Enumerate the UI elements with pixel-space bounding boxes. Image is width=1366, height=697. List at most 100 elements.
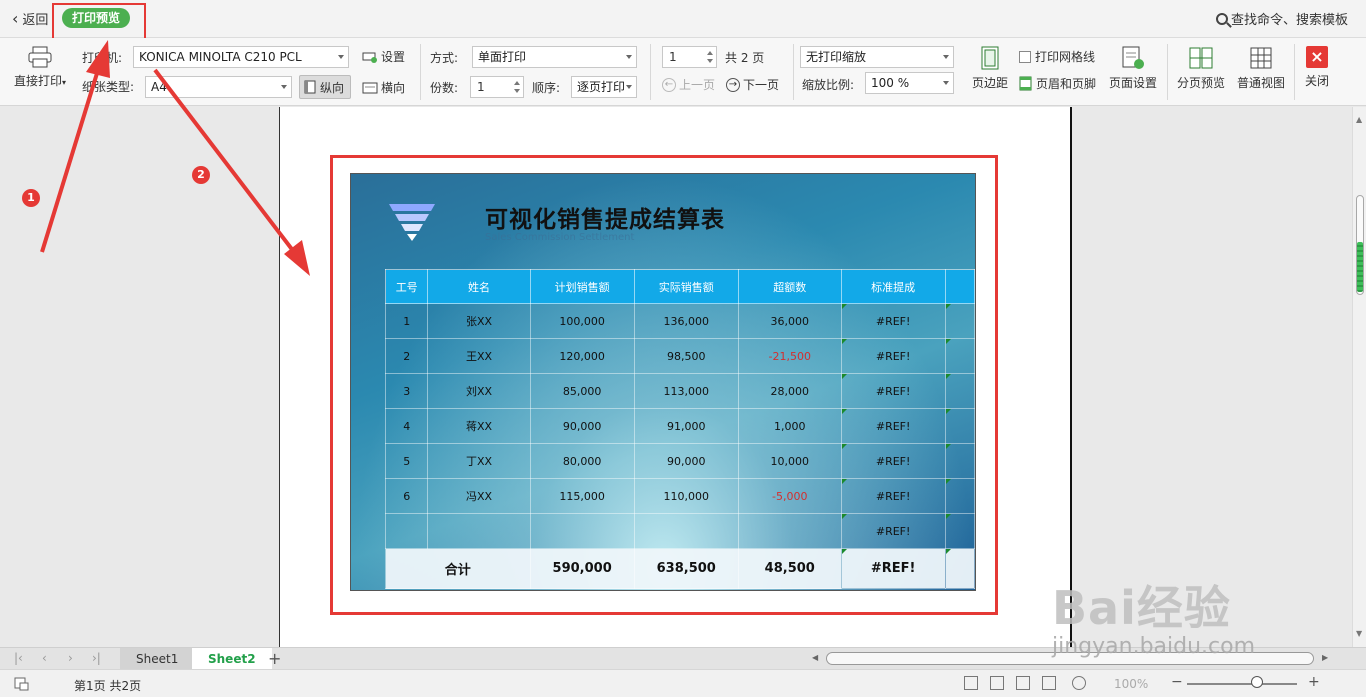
landscape-label: 横向: [381, 81, 406, 95]
paper-type-label: 纸张类型:: [82, 80, 135, 94]
page-setup-icon: [1122, 46, 1144, 69]
checkbox-unchecked-icon: [1019, 50, 1031, 63]
direct-print-label: 直接打印: [13, 74, 62, 88]
hscroll-left-icon[interactable]: ◀: [812, 653, 818, 662]
total-pages-label: 共 2 页: [725, 51, 765, 65]
last-sheet-icon[interactable]: ›|: [92, 651, 101, 665]
status-bar: 第1页 共2页 100% − +: [0, 669, 1366, 697]
chevron-down-icon: [281, 85, 287, 89]
toolbar-divider: [650, 44, 651, 100]
spin-up-icon: [707, 51, 713, 55]
scale-ratio-select[interactable]: 100 %: [865, 72, 954, 94]
back-button[interactable]: ‹ 返回: [12, 9, 48, 28]
zoom-in-icon[interactable]: +: [1308, 674, 1320, 690]
scroll-down-icon[interactable]: ▼: [1356, 629, 1362, 638]
page-break-icon[interactable]: [1042, 676, 1056, 690]
print-mode-label: 方式:: [430, 51, 459, 65]
previous-page-button[interactable]: ← 上一页: [662, 76, 715, 93]
chevron-down-icon: [626, 55, 632, 59]
close-label: 关闭: [1304, 74, 1329, 88]
close-icon: ×: [1306, 46, 1328, 68]
print-gridlines-checkbox[interactable]: 打印网格线: [1019, 48, 1095, 65]
page-break-preview-label: 分页预览: [1176, 76, 1225, 90]
chevron-left-icon: ‹: [12, 8, 19, 28]
spin-down-icon: [707, 59, 713, 63]
hscroll-right-icon[interactable]: ▶: [1322, 653, 1328, 662]
toolbar-divider: [1167, 44, 1168, 100]
page-break-preview-icon: [1189, 47, 1213, 69]
copies-stepper[interactable]: 1: [470, 76, 524, 98]
vertical-scrollbar[interactable]: ▲ ▼: [1352, 107, 1366, 647]
portrait-icon: [304, 80, 316, 94]
search-icon: [1215, 12, 1228, 25]
next-sheet-icon[interactable]: ›: [68, 651, 73, 665]
landscape-icon: [362, 82, 378, 93]
paper-type-value: A4: [151, 80, 167, 94]
annotation-badge-2: 2: [192, 166, 210, 184]
margins-label: 页边距: [971, 76, 1008, 90]
settings-label: 设置: [381, 50, 406, 64]
header-footer-button[interactable]: 页眉和页脚: [1019, 75, 1096, 92]
zoom-out-icon[interactable]: −: [1171, 674, 1183, 690]
previous-page-label: 上一页: [679, 78, 716, 92]
printer-select[interactable]: KONICA MINOLTA C210 PCL: [133, 46, 349, 68]
portrait-button[interactable]: 纵向: [299, 75, 352, 99]
tab-sheet1[interactable]: Sheet1: [120, 648, 195, 670]
annotation-badge-1: 1: [22, 189, 40, 207]
zoom-slider[interactable]: [1187, 683, 1297, 685]
dropdown-caret-icon: ▾: [62, 78, 67, 87]
paper-type-select[interactable]: A4: [145, 76, 292, 98]
add-sheet-icon[interactable]: +: [268, 649, 281, 668]
page-break-preview-button[interactable]: 分页预览: [1174, 46, 1228, 91]
watermark-brand: Bai经验: [1052, 581, 1231, 635]
first-sheet-icon[interactable]: |‹: [14, 651, 23, 665]
page-setup-label: 页面设置: [1108, 76, 1157, 90]
title-bar: ‹ 返回 打印预览 查找命令、搜索模板: [0, 0, 1366, 38]
previous-sheet-icon[interactable]: ‹: [42, 651, 47, 665]
normal-view-label: 普通视图: [1236, 76, 1285, 90]
direct-print-button[interactable]: 直接打印▾: [10, 46, 70, 89]
chevron-down-icon: [943, 81, 949, 85]
normal-view-status-icon[interactable]: [990, 676, 1004, 690]
fullscreen-icon[interactable]: [964, 676, 978, 690]
toolbar-divider: [1294, 44, 1295, 100]
page-number-stepper[interactable]: 1: [662, 46, 717, 68]
print-order-value: 逐页打印: [577, 80, 626, 94]
spin-down-icon: [514, 89, 520, 93]
print-mode-select[interactable]: 单面打印: [472, 46, 637, 68]
zoom-slider-handle[interactable]: [1251, 676, 1263, 688]
command-search[interactable]: 查找命令、搜索模板: [1215, 9, 1348, 28]
copies-label: 份数:: [430, 81, 459, 95]
back-label: 返回: [22, 13, 49, 28]
copies-value: 1: [477, 80, 485, 94]
print-order-select[interactable]: 逐页打印: [571, 76, 637, 98]
highlight-box-print-area: [330, 155, 998, 615]
printer-settings-button[interactable]: 设置: [362, 48, 405, 65]
normal-view-button[interactable]: 普通视图: [1234, 46, 1288, 91]
print-toolbar: 直接打印▾ 打印机: KONICA MINOLTA C210 PCL 设置 纸张…: [0, 38, 1366, 106]
scroll-up-icon[interactable]: ▲: [1356, 115, 1362, 124]
close-preview-button[interactable]: × 关闭: [1300, 46, 1334, 89]
page-layout-icon[interactable]: [1016, 676, 1030, 690]
eye-protection-icon[interactable]: [1072, 676, 1086, 690]
printer-settings-icon: [362, 52, 377, 63]
next-page-button[interactable]: → 下一页: [726, 76, 779, 93]
toolbar-divider: [420, 44, 421, 100]
zoom-level: 100%: [1114, 677, 1149, 691]
scale-ratio-label: 缩放比例:: [802, 78, 855, 92]
margins-button[interactable]: 页边距: [969, 46, 1011, 91]
printer-value: KONICA MINOLTA C210 PCL: [139, 50, 302, 64]
chevron-down-icon: [943, 55, 949, 59]
printer-icon: [28, 46, 52, 68]
page-number-value: 1: [669, 50, 677, 64]
page-info: 第1页 共2页: [74, 679, 142, 693]
tab-sheet2[interactable]: Sheet2: [192, 648, 272, 670]
header-footer-icon: [1019, 76, 1032, 91]
arrow-left-circle-icon: ←: [662, 77, 676, 92]
portrait-label: 纵向: [320, 80, 345, 95]
print-scaling-select[interactable]: 无打印缩放: [800, 46, 954, 68]
page-setup-button[interactable]: 页面设置: [1105, 46, 1161, 91]
normal-view-icon: [1250, 47, 1272, 69]
watermark-url: jingyan.baidu.com: [1052, 634, 1256, 659]
landscape-button[interactable]: 横向: [362, 79, 405, 96]
